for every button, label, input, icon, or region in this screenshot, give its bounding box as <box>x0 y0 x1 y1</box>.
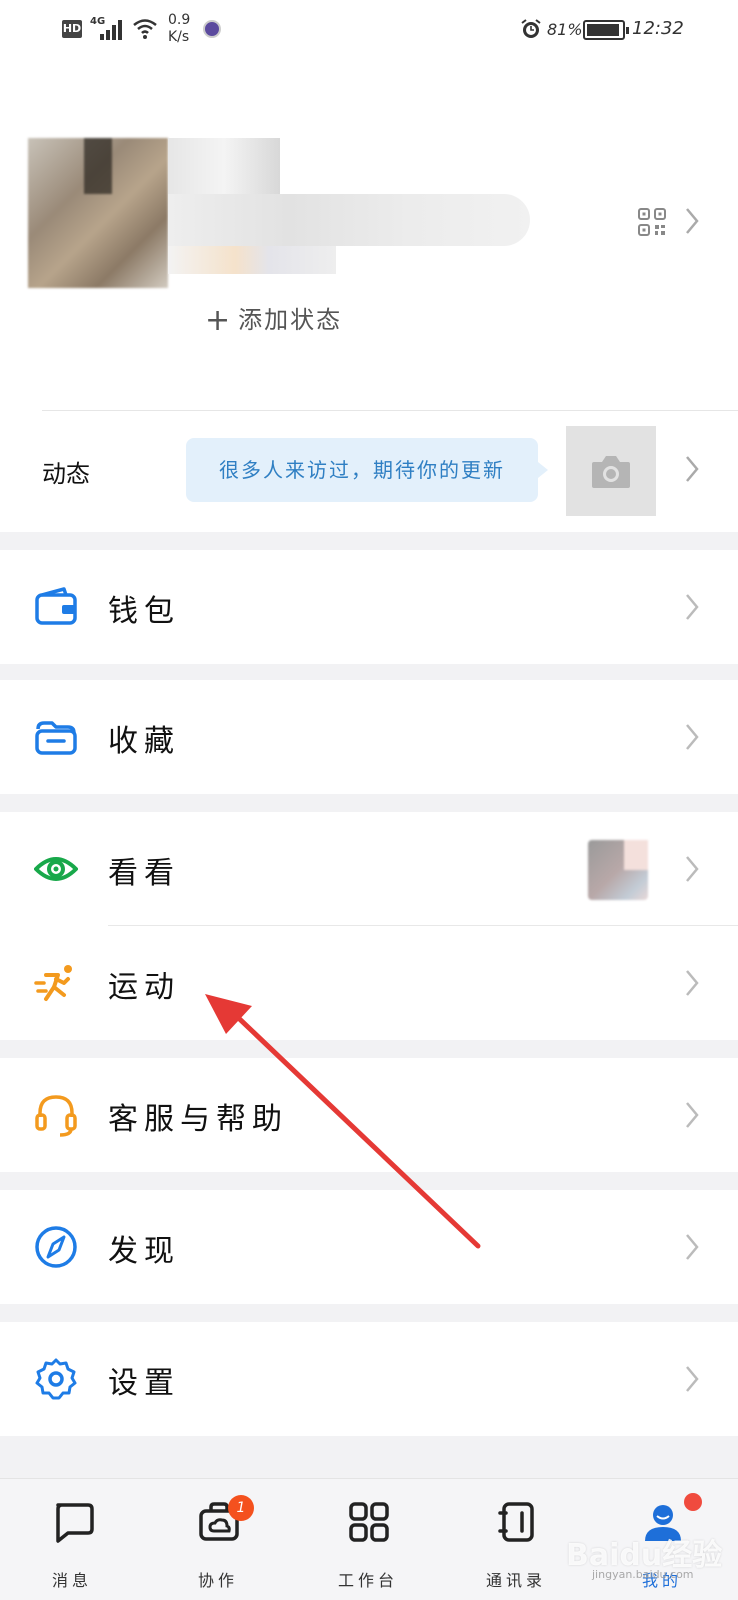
chevron-right-icon <box>686 1366 699 1392</box>
tab-workbench[interactable]: 工作台 <box>318 1479 418 1600</box>
kankan-preview-thumbnail <box>588 840 648 900</box>
menu-group-settings: 设置 <box>0 1322 738 1436</box>
menu-group-support: 客服与帮助 <box>0 1058 738 1172</box>
menu-item-label: 运动 <box>108 970 180 1005</box>
hd-indicator: HD <box>62 20 82 38</box>
alarm-icon <box>521 19 541 38</box>
contacts-icon <box>498 1502 534 1542</box>
menu-item-kankan[interactable]: 看看 <box>0 812 738 926</box>
qr-code-icon[interactable] <box>638 208 666 236</box>
chevron-right-icon <box>686 594 699 620</box>
gear-icon <box>35 1358 77 1400</box>
chevron-right-icon <box>686 856 699 882</box>
wallet-icon <box>35 587 77 625</box>
account-detail-blurred <box>168 246 336 274</box>
chevron-right-icon <box>686 1234 699 1260</box>
running-icon <box>34 965 72 1001</box>
status-bar: HD 4G 0.9 K/s 81% 12:32 <box>0 0 738 60</box>
add-status-label: 添加状态 <box>238 306 343 334</box>
tab-label: 工作台 <box>337 1571 398 1590</box>
menu-item-label: 设置 <box>108 1366 180 1401</box>
headset-icon <box>35 1095 77 1137</box>
divider <box>42 410 738 411</box>
camera-button[interactable] <box>566 426 656 516</box>
menu-group-kankan-sports: 看看 运动 <box>0 812 738 1040</box>
tab-collaboration[interactable]: 1 协作 <box>168 1479 268 1600</box>
avatar[interactable] <box>28 138 168 288</box>
chat-icon <box>56 1503 94 1543</box>
profile-header[interactable]: + 添加状态 <box>0 60 738 410</box>
watermark-url: jingyan.baidu.com <box>592 1568 694 1581</box>
clock: 12:32 <box>632 18 684 39</box>
notification-dot <box>684 1493 702 1511</box>
menu-group-wallet: 钱包 <box>0 550 738 664</box>
menu-item-label: 看看 <box>108 856 180 891</box>
battery-percent: 81% <box>547 20 583 39</box>
chevron-right-icon[interactable] <box>684 454 700 484</box>
plus-icon: + <box>205 303 233 338</box>
battery-icon <box>583 20 629 40</box>
compass-icon <box>35 1226 77 1268</box>
menu-item-wallet[interactable]: 钱包 <box>0 550 738 664</box>
camera-icon <box>592 456 630 488</box>
menu-item-discover[interactable]: 发现 <box>0 1190 738 1304</box>
menu-group-discover: 发现 <box>0 1190 738 1304</box>
username-blurred <box>168 138 280 194</box>
account-info-blurred <box>168 194 530 246</box>
menu-item-label: 客服与帮助 <box>108 1102 288 1137</box>
tab-messages[interactable]: 消息 <box>22 1479 122 1600</box>
tab-contacts[interactable]: 通讯录 <box>466 1479 566 1600</box>
menu-group-favorites: 收藏 <box>0 680 738 794</box>
tab-label: 通讯录 <box>485 1571 546 1590</box>
moments-hint-bubble: 很多人来访过，期待你的更新 <box>186 438 548 502</box>
moments-row[interactable]: 动态 很多人来访过，期待你的更新 <box>0 410 738 532</box>
signal-icon <box>100 20 122 40</box>
menu-item-favorites[interactable]: 收藏 <box>0 680 738 794</box>
tab-label: 消息 <box>51 1571 92 1590</box>
add-status-button[interactable]: + 添加状态 <box>205 300 342 338</box>
app-notification-icon <box>203 20 221 38</box>
folder-icon <box>35 721 77 755</box>
menu-item-label: 收藏 <box>108 724 180 759</box>
network-speed: 0.9 K/s <box>168 12 191 45</box>
chevron-right-icon <box>686 970 699 996</box>
menu-item-label: 发现 <box>108 1234 180 1269</box>
chevron-right-icon[interactable] <box>684 206 700 236</box>
menu-item-support[interactable]: 客服与帮助 <box>0 1058 738 1172</box>
menu-item-sports[interactable]: 运动 <box>0 926 738 1040</box>
chevron-right-icon <box>686 1102 699 1128</box>
workbench-icon <box>349 1502 389 1542</box>
tab-label: 协作 <box>197 1571 238 1590</box>
chevron-right-icon <box>686 724 699 750</box>
eye-icon <box>34 857 78 881</box>
wifi-icon <box>133 19 157 39</box>
notification-badge: 1 <box>228 1495 254 1521</box>
menu-item-settings[interactable]: 设置 <box>0 1322 738 1436</box>
menu-item-label: 钱包 <box>108 594 180 629</box>
moments-label: 动态 <box>42 460 90 488</box>
